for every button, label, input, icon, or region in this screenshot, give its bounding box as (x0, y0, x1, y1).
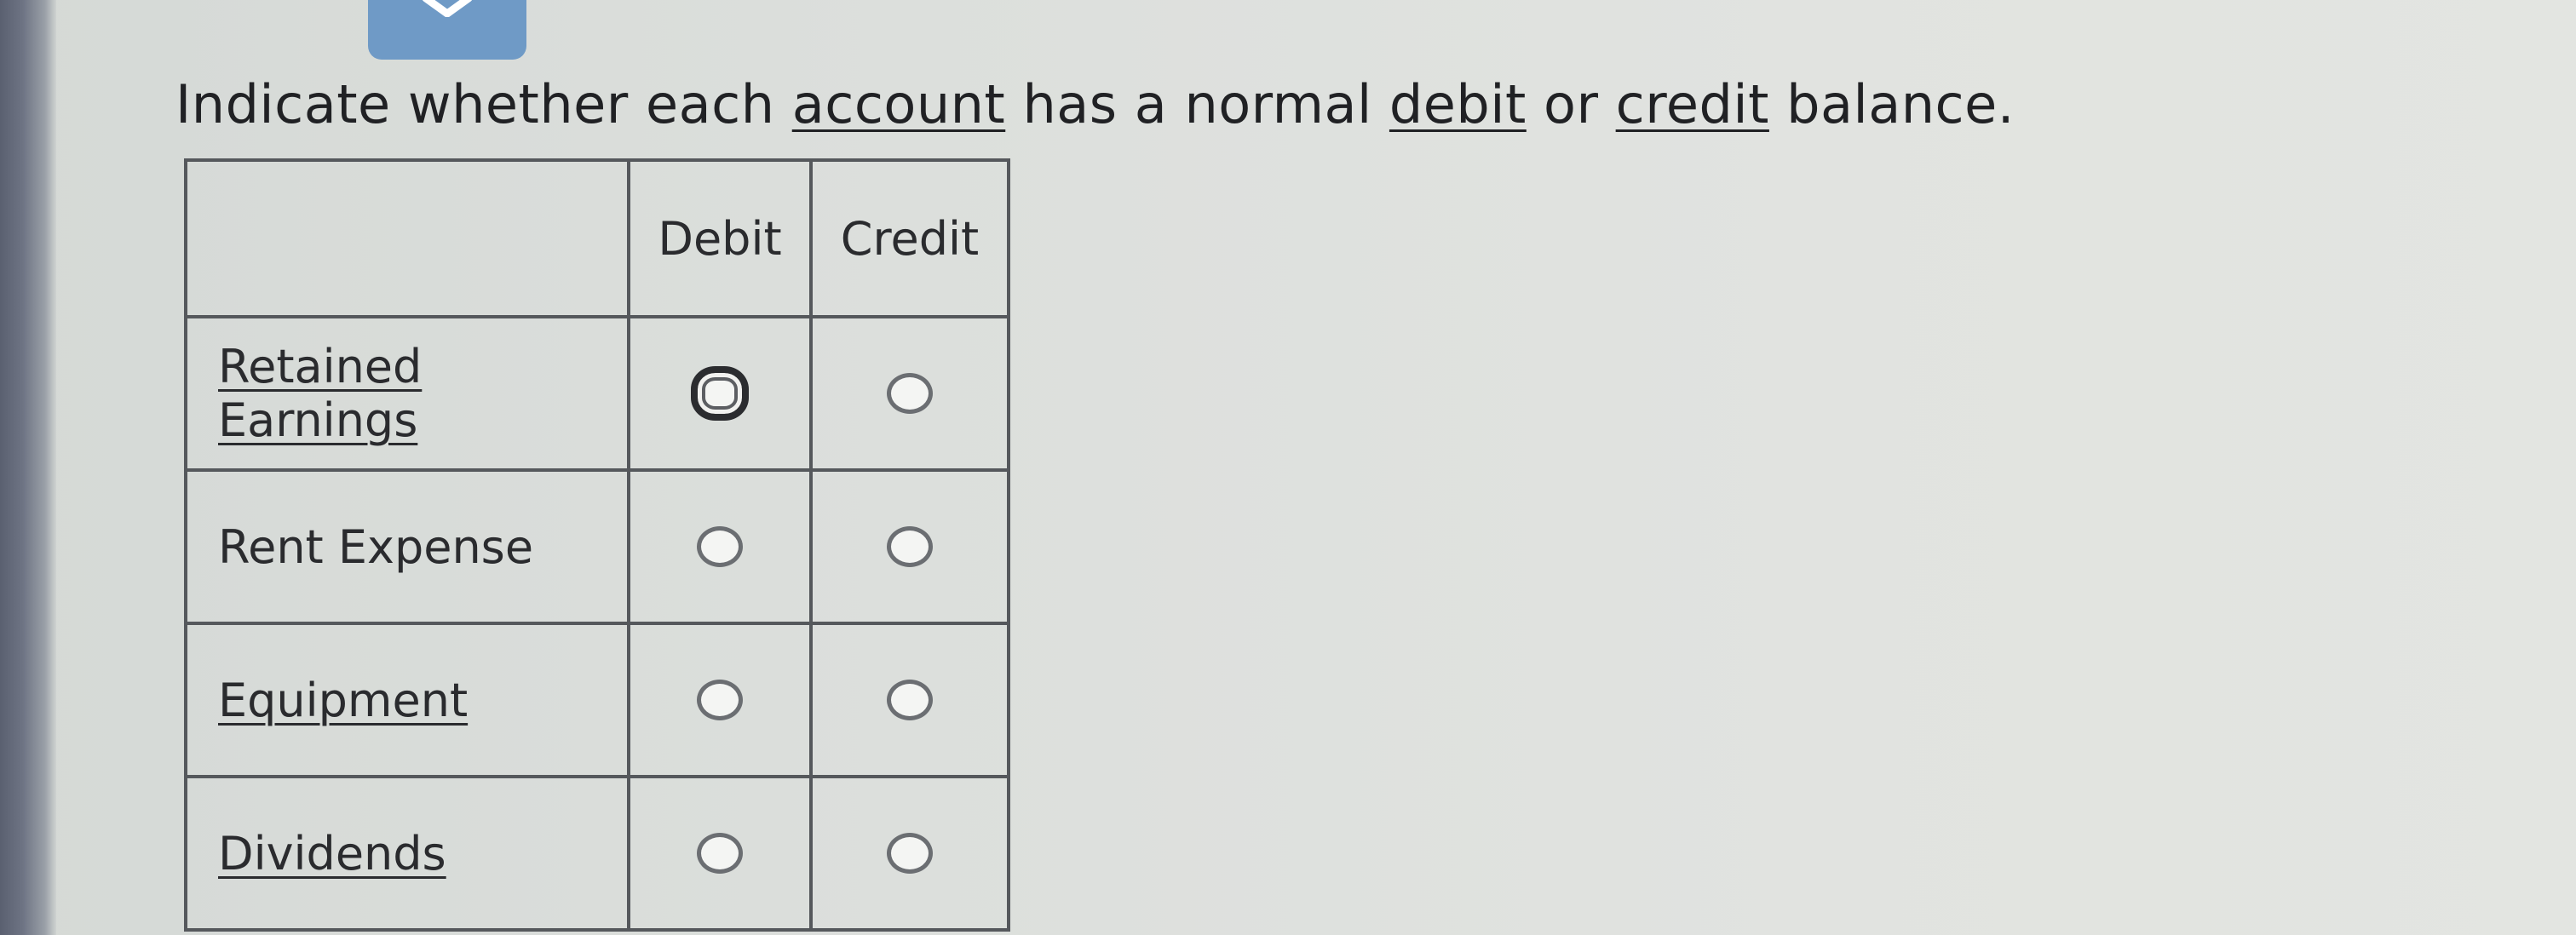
credit-cell (809, 622, 1010, 778)
debit-cell (627, 775, 813, 932)
account-label-rent-expense: Rent Expense (218, 519, 534, 574)
instruction-part: Indicate whether each (175, 73, 792, 135)
table-row: Rent Expense (184, 468, 1010, 625)
table-row: Retained Earnings (184, 315, 1010, 472)
credit-cell (809, 775, 1010, 932)
radio-debit-equipment[interactable] (697, 680, 743, 720)
radio-credit-retained-earnings[interactable] (887, 373, 933, 414)
account-cell: Dividends (184, 775, 630, 932)
account-cell: Retained Earnings (184, 315, 630, 472)
header-credit: Credit (809, 158, 1010, 318)
credit-cell (809, 315, 1010, 472)
glossary-link-account[interactable]: account (792, 73, 1006, 135)
header-blank-cell (184, 158, 630, 318)
credit-cell (809, 468, 1010, 625)
screen-edge (0, 0, 56, 935)
balance-table: Debit Credit Retained Earnings Rent Expe… (184, 158, 1010, 932)
radio-credit-rent-expense[interactable] (887, 526, 933, 567)
instruction-text: Indicate whether each account has a norm… (175, 73, 2015, 135)
glossary-link-debit[interactable]: debit (1389, 73, 1527, 135)
instruction-part: or (1526, 73, 1616, 135)
debit-cell (627, 622, 813, 778)
account-cell: Rent Expense (184, 468, 630, 625)
table-row: Dividends (184, 775, 1010, 932)
radio-debit-rent-expense[interactable] (697, 526, 743, 567)
radio-credit-equipment[interactable] (887, 680, 933, 720)
radio-debit-dividends[interactable] (697, 833, 743, 874)
radio-debit-retained-earnings[interactable] (691, 366, 749, 421)
chevron-down-icon (422, 0, 473, 17)
header-row: Debit Credit (184, 158, 1010, 318)
account-cell: Equipment (184, 622, 630, 778)
table-row: Equipment (184, 622, 1010, 778)
debit-cell (627, 315, 813, 472)
radio-credit-dividends[interactable] (887, 833, 933, 874)
account-link-dividends[interactable]: Dividends (218, 827, 446, 881)
account-link-retained-earnings[interactable]: Retained Earnings (218, 340, 422, 447)
glossary-link-credit[interactable]: credit (1616, 73, 1769, 135)
debit-cell (627, 468, 813, 625)
account-link-equipment[interactable]: Equipment (218, 674, 468, 727)
header-debit: Debit (627, 158, 813, 318)
instruction-part: has a normal (1005, 73, 1389, 135)
instruction-part: balance. (1768, 73, 2015, 135)
collapse-button[interactable] (368, 0, 526, 60)
